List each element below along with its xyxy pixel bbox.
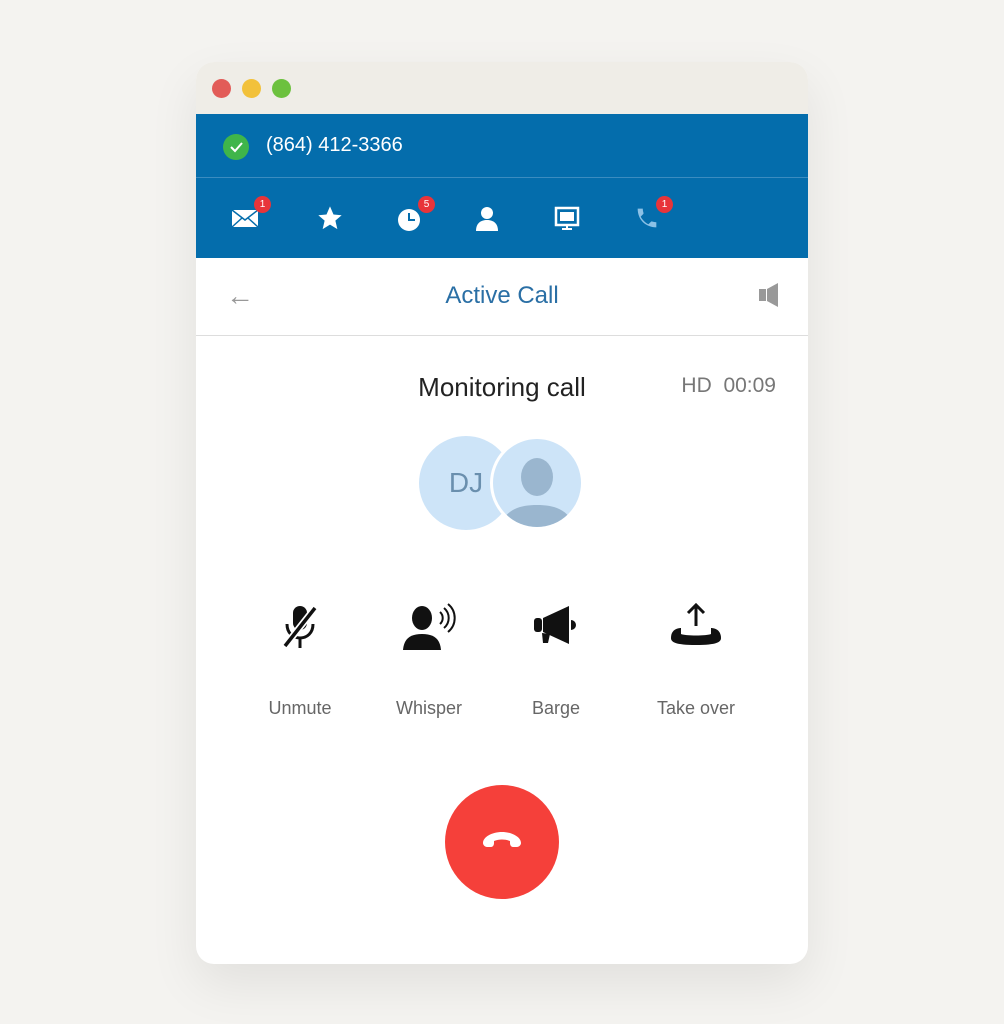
nav-screen[interactable] <box>553 204 583 234</box>
nav-contacts[interactable] <box>473 204 503 234</box>
close-button[interactable] <box>212 79 231 98</box>
speaker-icon[interactable] <box>758 282 780 308</box>
call-timer: 00:09 <box>723 374 776 397</box>
nav-calls[interactable]: 1 <box>633 196 673 234</box>
monitor-icon <box>554 206 580 230</box>
action-label: Whisper <box>395 698 462 718</box>
whisper-button[interactable]: Whisper <box>369 602 489 719</box>
header: ← Active Call <box>196 258 808 336</box>
action-label: Unmute <box>268 698 332 718</box>
phone-number: (864) 412-3366 <box>266 134 403 156</box>
mic-off-icon <box>282 605 318 649</box>
minimize-button[interactable] <box>242 79 261 98</box>
app-window: (864) 412-3366 1 5 1 ← Active Call Monit… <box>196 62 808 964</box>
nav-favorites[interactable] <box>316 204 346 234</box>
title-bar <box>196 62 808 114</box>
zoom-button[interactable] <box>272 79 291 98</box>
nav-messages[interactable]: 1 <box>231 196 271 234</box>
barge-button[interactable]: Barge <box>496 602 616 719</box>
action-label: Take over <box>656 698 736 718</box>
star-icon <box>318 206 342 230</box>
person-silhouette-icon <box>500 458 574 527</box>
call-info: HD 00:09 <box>681 374 776 398</box>
action-label: Barge <box>531 698 581 718</box>
badge: 5 <box>418 196 435 213</box>
check-circle-icon <box>223 134 249 160</box>
take-over-button[interactable]: Take over <box>636 602 756 719</box>
contact-icon <box>476 207 498 231</box>
nav-bar: 1 5 1 <box>196 178 808 258</box>
hang-up-icon <box>483 832 521 847</box>
page-title: Active Call <box>445 282 559 309</box>
nav-history[interactable]: 5 <box>395 196 435 234</box>
badge: 1 <box>254 196 271 213</box>
hd-label: HD <box>681 374 712 397</box>
badge: 1 <box>656 196 673 213</box>
whisper-icon <box>403 603 456 650</box>
status-row: (864) 412-3366 <box>196 114 808 178</box>
avatar <box>490 436 584 530</box>
top-bar: (864) 412-3366 1 5 1 <box>196 114 808 258</box>
unmute-button[interactable]: Unmute <box>240 602 360 719</box>
hang-up-button[interactable] <box>445 785 559 899</box>
megaphone-icon <box>534 606 576 644</box>
take-over-icon <box>671 602 721 645</box>
